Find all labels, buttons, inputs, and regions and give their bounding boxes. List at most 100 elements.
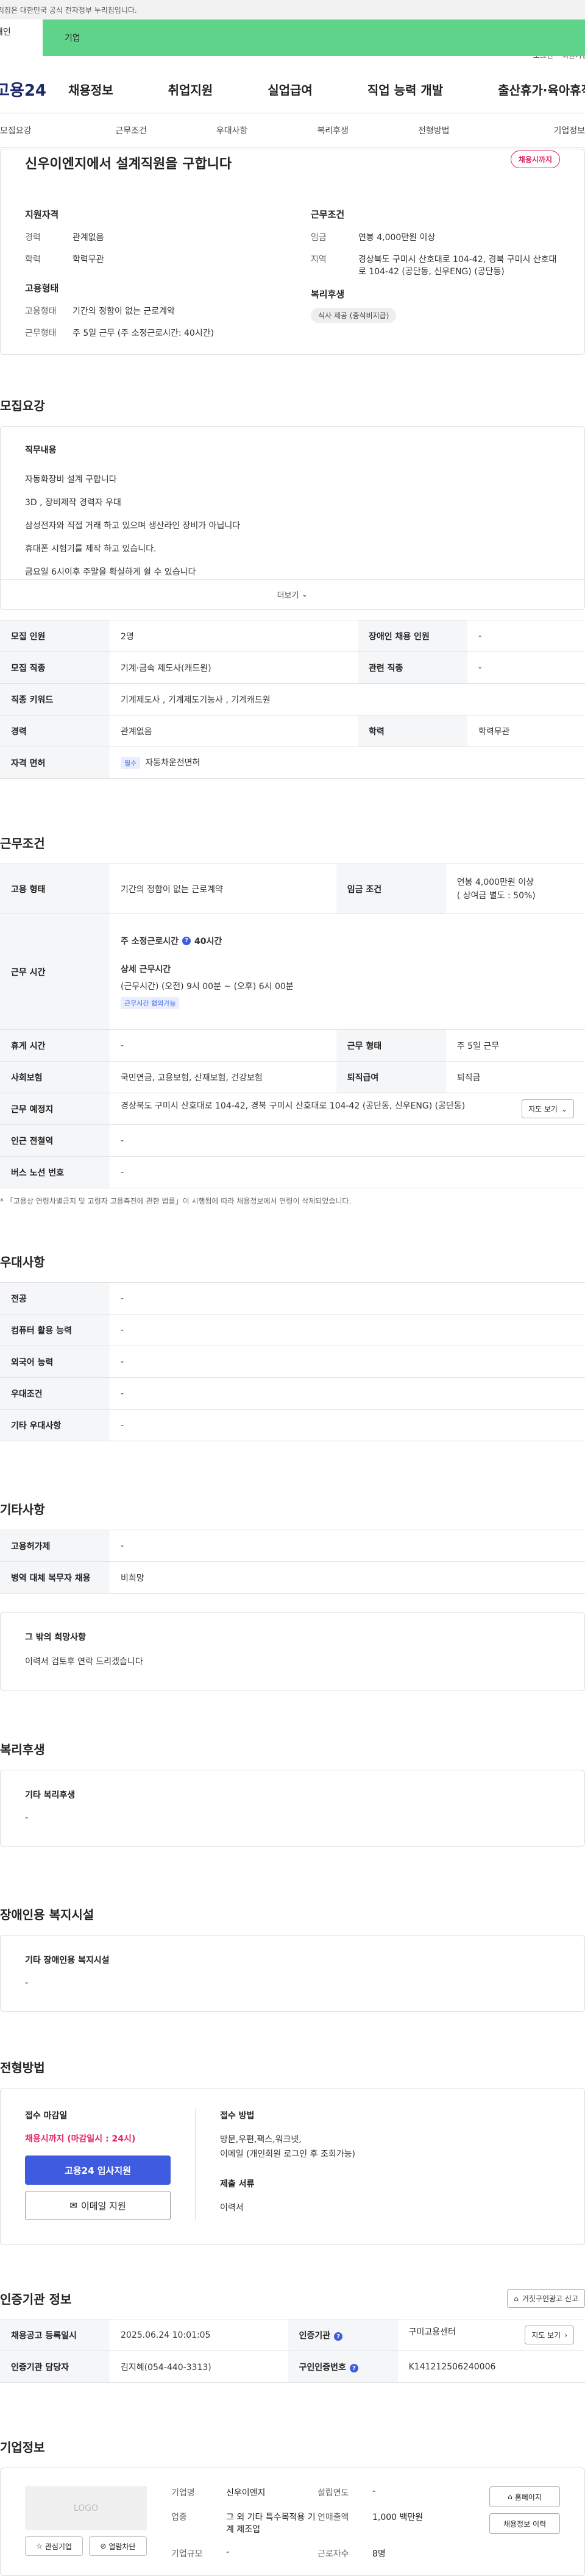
- tab-person[interactable]: 개인: [0, 20, 43, 44]
- chevron-right-icon: ›: [564, 2330, 567, 2340]
- related-job-label: 관련 직종: [358, 651, 468, 684]
- info-icon[interactable]: ?: [349, 2364, 358, 2372]
- detail-hours-value: (근무시간) (오전) 9시 00분 ~ (오후) 6시 00분: [121, 981, 294, 992]
- block-label: 열람차단: [108, 2542, 136, 2551]
- map-button[interactable]: 지도 보기 ⌄: [521, 1099, 574, 1118]
- subnav-recruit[interactable]: 모집요강: [0, 124, 80, 137]
- table-row: 인증기관 담당자 김지혜(054-440-3313) 구인인증번호? K1412…: [0, 2351, 585, 2383]
- gnb-unemployment-benefit[interactable]: 실업급여: [268, 80, 313, 98]
- subnav-welfare[interactable]: 복리후생: [282, 124, 383, 137]
- deadline-heading: 접수 마감일: [25, 2111, 68, 2121]
- keyword-label: 직종 키워드: [0, 683, 110, 715]
- apply-button[interactable]: 고용24 입사지원: [25, 2156, 171, 2185]
- workplace-cell: 경상북도 구미시 산호대로 104-42, 경북 구미시 산호대로 104-42…: [110, 1093, 585, 1125]
- insurance-label: 사회보험: [0, 1061, 110, 1093]
- table-row: 전공 -: [0, 1282, 585, 1315]
- wage-label: 임금: [311, 233, 327, 243]
- report-false-ad-label: 거짓구인광고 신고: [522, 2294, 578, 2303]
- work-type-label: 근무형태: [25, 328, 57, 338]
- welfare-section-title: 복리후생: [0, 1742, 45, 1757]
- table-row: 경력 관계없음 학력 학력무관: [0, 715, 585, 747]
- employment-permit-value: -: [110, 1530, 585, 1562]
- table-row: 컴퓨터 활용 능력 -: [0, 1314, 585, 1346]
- cert-number-value: K141212506240006: [397, 2351, 585, 2383]
- subnav-company[interactable]: 기업정보: [484, 124, 585, 137]
- staff-value: 김지혜(054-440-3313): [110, 2351, 288, 2383]
- bonus-value: ( 상여금 별도 : 50%): [456, 890, 536, 901]
- subnav-process[interactable]: 전형방법: [383, 124, 484, 137]
- report-false-ad-button[interactable]: ⌂ 거짓구인광고 신고: [507, 2289, 585, 2308]
- block-button[interactable]: ⊘ 열람차단: [89, 2536, 147, 2556]
- work-hours-cell: 주 소정근로시간 ? 40시간 상세 근무시간 (근무시간) (오전) 9시 0…: [110, 914, 585, 1030]
- site-logo[interactable]: 고용24: [0, 78, 68, 101]
- email-apply-button[interactable]: ✉ 이메일 지원: [25, 2191, 171, 2220]
- company-info-grid: 기업명 신우이엔지 설립연도 - 업종 그 외 기타 특수목적용 기계 제조업 …: [171, 2486, 445, 2559]
- gnb-employment-support[interactable]: 취업지원: [168, 80, 213, 98]
- table-row: 병역 대체 복무자 채용 비희망: [0, 1561, 585, 1594]
- agency-map-button[interactable]: 지도 보기 ›: [525, 2326, 574, 2344]
- table-row: 기타 우대사항 -: [0, 1409, 585, 1441]
- subnav-conditions[interactable]: 근무조건: [80, 124, 182, 137]
- mail-icon: ✉: [69, 2200, 77, 2211]
- table-row: 사회보험 국민연금, 고용보험, 산재보험, 건강보험 퇴직급여 퇴직금: [0, 1061, 585, 1093]
- tab-company[interactable]: 기업: [43, 20, 585, 56]
- qualification-heading: 지원자격: [25, 209, 59, 220]
- documents-heading: 제출 서류: [220, 2179, 255, 2189]
- favorite-label: 관심기업: [44, 2542, 72, 2551]
- computer-skill-label: 컴퓨터 활용 능력: [0, 1314, 110, 1346]
- gnb-parental-leave[interactable]: 출산휴가·육아휴직: [498, 80, 585, 98]
- favorite-button[interactable]: ☆ 관심기업: [25, 2536, 83, 2556]
- related-job-value: -: [467, 651, 585, 684]
- agency-value: 구미고용센터: [408, 2327, 456, 2337]
- education-label: 학력: [25, 255, 41, 264]
- sales-label: 연매출액: [317, 2513, 349, 2522]
- facility-value: -: [25, 1978, 29, 1988]
- gnb-vocational-training[interactable]: 직업 능력 개발: [367, 80, 443, 98]
- retirement-label: 퇴직급여: [336, 1061, 446, 1093]
- facility-section-title: 장애인용 복지시설: [0, 1907, 94, 1922]
- employees-label: 근로자수: [317, 2549, 349, 2559]
- table-row: 자격 면허 필수 자동차운전면허: [0, 747, 585, 779]
- other-preference-label: 기타 우대사항: [0, 1409, 110, 1441]
- chevron-down-icon: ⌄: [301, 590, 308, 599]
- user-type-tabs: 개인 기업: [0, 20, 585, 56]
- subway-value: -: [110, 1124, 585, 1157]
- method-heading: 접수 방법: [220, 2111, 255, 2121]
- deadline-badge: 채용시까지: [510, 151, 560, 168]
- homepage-button[interactable]: ⌂ 홈페이지: [489, 2486, 560, 2507]
- agency-label: 인증기관?: [288, 2319, 398, 2351]
- preference-condition-label: 우대조건: [0, 1377, 110, 1410]
- keyword-value: 기계제도사 , 기계제도기능사 , 기계캐드원: [110, 683, 585, 715]
- wish-heading: 그 밖의 희망사항: [25, 1633, 86, 1642]
- gnb-jobs[interactable]: 채용정보: [68, 80, 113, 98]
- history-button[interactable]: 채용정보 이력: [489, 2513, 560, 2534]
- company-name-label: 기업명: [171, 2488, 195, 2498]
- career-value: 관계없음: [73, 233, 104, 243]
- welfare-card: 기타 복리후생 -: [0, 1770, 585, 1847]
- agency-map-label: 지도 보기: [531, 2331, 561, 2340]
- table-row: 채용공고 등록일시 2025.06.24 10:01:05 인증기관? 구미고용…: [0, 2319, 585, 2351]
- retirement-value: 퇴직금: [445, 1061, 585, 1093]
- duty-heading: 직무내용: [25, 445, 57, 455]
- employment-type-label: 고용형태: [25, 307, 57, 316]
- history-label: 채용정보 이력: [503, 2519, 547, 2528]
- company-card: LOGO ☆ 관심기업 ⊘ 열람차단 기업명 신우이엔지 설립연도 - 업종 그 외…: [0, 2468, 585, 2576]
- work-type-value: 주 5일 근무: [445, 1029, 585, 1062]
- company-logo: LOGO: [25, 2486, 147, 2530]
- wage-label: 임금 조건: [336, 864, 446, 914]
- weekly-hours-label: 주 소정근로시간: [121, 936, 179, 946]
- info-icon[interactable]: ?: [334, 2332, 343, 2341]
- cert-section-title: 인증기관 정보: [0, 2292, 72, 2307]
- welfare-chip: 식사 제공 (중식비지급): [311, 308, 397, 323]
- documents-value: 이력서: [220, 2203, 244, 2213]
- break-label: 휴게 시간: [0, 1029, 110, 1062]
- career-label: 경력: [0, 715, 110, 747]
- info-icon[interactable]: ?: [182, 936, 191, 945]
- table-row: 고용 형태 기간의 정함이 없는 근로계약 임금 조건 연봉 4,000만원 이…: [0, 864, 585, 914]
- education-value: 학력무관: [467, 715, 585, 747]
- table-row: 외국어 능력 -: [0, 1346, 585, 1378]
- military-value: 비희망: [110, 1561, 585, 1594]
- job-category-value: 기계·금속 제도사(캐드원): [110, 651, 358, 684]
- subnav-preference[interactable]: 우대사항: [182, 124, 283, 137]
- more-button[interactable]: 더보기 ⌄: [1, 579, 584, 609]
